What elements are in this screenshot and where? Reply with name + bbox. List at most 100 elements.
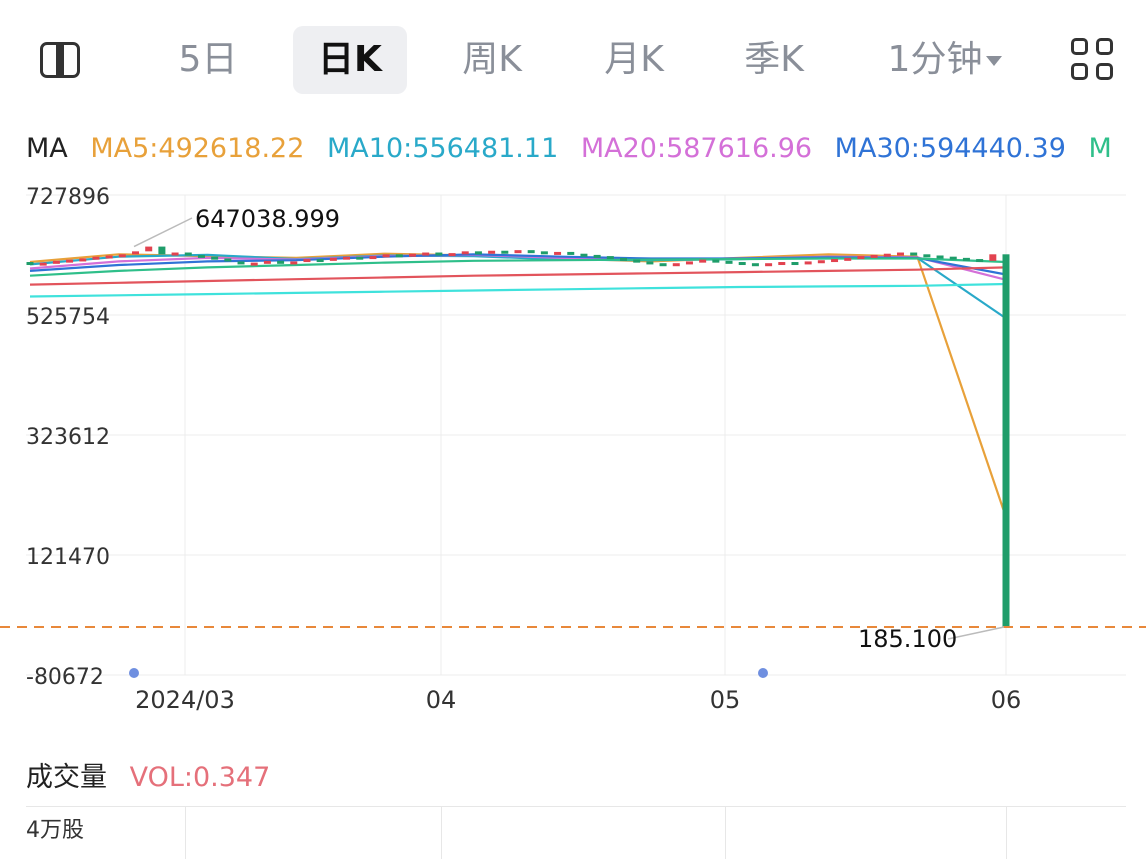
ma5-value: MA5:492618.22 [90, 133, 305, 164]
candle-down [712, 259, 720, 263]
candle-up [883, 253, 891, 257]
ma30-value: MA30:594440.39 [834, 133, 1066, 164]
volume-gridline-v [725, 806, 726, 859]
period-tab-bar: 5日 日K 周K 月K 季K 1分钟 [0, 0, 1146, 122]
ma-lines [29, 252, 1008, 518]
candle-down [725, 260, 733, 264]
candle-down [158, 246, 166, 255]
candle-up [171, 252, 179, 256]
volume-gridline-v [441, 806, 442, 859]
ma5-line [29, 252, 1008, 518]
candle-up [699, 259, 707, 263]
candle-down [659, 263, 667, 267]
candle-up [132, 251, 140, 255]
candle-down [224, 258, 232, 262]
candle-down [976, 259, 984, 263]
x-tick-label: 2024/03 [135, 686, 235, 714]
volume-title: 成交量 [26, 762, 107, 793]
candle-down [540, 251, 548, 255]
ma250-line [29, 282, 1007, 298]
candle-up [765, 263, 773, 267]
y-tick-label: -80672 [26, 665, 104, 690]
candle-up [263, 260, 271, 264]
kline-chart[interactable]: 727896 525754 323612 121470 -80672 2024/03 04… [0, 170, 1146, 720]
candle-down [316, 259, 324, 263]
volume-gridline-v [185, 806, 186, 859]
high-callout-leader [133, 217, 193, 248]
candle-down [395, 254, 403, 258]
y-tick-label: 121470 [26, 545, 110, 570]
grid-menu-icon[interactable] [1071, 38, 1115, 82]
candle-up [290, 261, 298, 265]
candle-down [527, 250, 535, 254]
candle-down [606, 256, 614, 260]
candle-down [751, 263, 759, 267]
tab-quarterly-k[interactable]: 季K [730, 26, 818, 94]
candle-down [936, 255, 944, 259]
candle-up [408, 253, 416, 257]
volume-gridline-v [1006, 806, 1007, 859]
ma-legend: MA MA5:492618.22 MA10:556481.11 MA20:587… [26, 128, 1110, 170]
candle-down [646, 261, 654, 265]
candle-up [461, 251, 469, 255]
ma20-value: MA20:587616.96 [580, 133, 813, 164]
candle-down [26, 262, 34, 266]
candle-up [488, 250, 496, 254]
candles [26, 246, 1010, 627]
candle-up [92, 256, 100, 260]
candle-up [989, 254, 997, 261]
candle-down [910, 252, 918, 256]
tab-weekly-k[interactable]: 周K [448, 26, 536, 94]
volume-value: VOL:0.347 [129, 762, 271, 793]
candle-down [237, 261, 245, 265]
y-tick-label: 525754 [26, 305, 110, 330]
candle-down [593, 254, 601, 258]
candle-down [962, 257, 970, 261]
candle-up [778, 262, 786, 266]
tab-1min-label: 1分钟 [887, 39, 983, 80]
candle-down [356, 256, 364, 260]
x-tick-label: 04 [426, 686, 457, 714]
candle-down [949, 256, 957, 260]
candle-down [791, 262, 799, 266]
candle-up [382, 254, 390, 258]
candle-up [831, 259, 839, 263]
candle-up [39, 262, 47, 266]
candle-down [184, 252, 192, 256]
candle-up [343, 256, 351, 260]
candle-up [369, 256, 377, 260]
candle-down [567, 251, 575, 255]
x-axis: 2024/03 04 05 06 [135, 686, 1021, 714]
candle-down [620, 257, 628, 261]
candle-up [118, 254, 126, 258]
ma60-line [29, 257, 1007, 277]
high-callout-label: 647038.999 [195, 205, 340, 233]
event-marker-dot [758, 668, 768, 678]
tab-daily-k[interactable]: 日K [293, 26, 407, 94]
volume-header: 成交量 VOL:0.347 [26, 760, 270, 796]
tab-monthly-k[interactable]: 月K [590, 26, 678, 94]
candle-down [633, 259, 641, 263]
candle-down [277, 260, 285, 264]
candle-down [501, 250, 509, 254]
candle-down [435, 252, 443, 256]
volume-gridline [26, 806, 1126, 807]
low-callout-label: 185.100 [858, 625, 957, 653]
volume-axis-label: 4万股 [26, 818, 84, 843]
x-tick-label: 05 [710, 686, 741, 714]
candle-up [817, 260, 825, 264]
tab-1min-dropdown[interactable]: 1分钟 [880, 26, 1010, 94]
candle-down [738, 262, 746, 266]
candle-down [580, 253, 588, 257]
candle-up [857, 256, 865, 260]
panel-toggle-icon[interactable] [40, 42, 80, 78]
tab-5day[interactable]: 5日 [168, 26, 248, 94]
chevron-down-icon [986, 56, 1003, 66]
candle-down [197, 254, 205, 258]
candle-up [804, 261, 812, 265]
candle-up [685, 261, 693, 265]
candle-down [211, 256, 219, 260]
candle-up [329, 257, 337, 261]
y-tick-label: 323612 [26, 425, 110, 450]
chart-annotations: 647038.999 185.100 [0, 205, 1146, 678]
